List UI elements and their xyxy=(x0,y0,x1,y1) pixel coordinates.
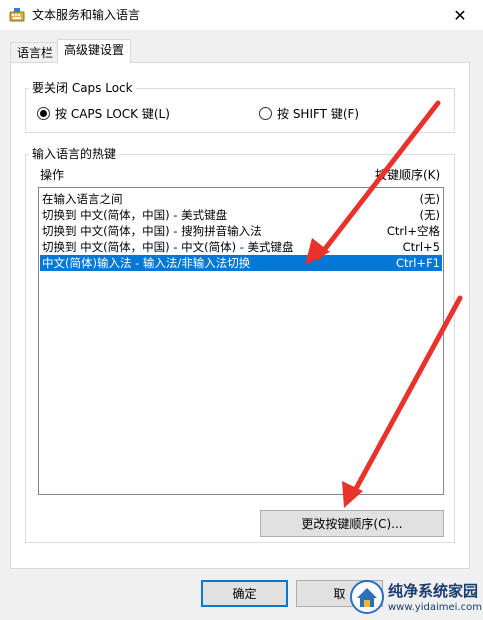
tab-advanced-key-settings[interactable]: 高级键设置 xyxy=(57,39,132,63)
hotkey-list[interactable]: 在输入语言之间 (无) 切换到 中文(简体，中国) - 美式键盘 (无) 切换到… xyxy=(38,187,444,495)
row-keys: (无) xyxy=(419,208,440,222)
list-item[interactable]: 切换到 中文(简体，中国) - 中文(简体) - 美式键盘 Ctrl+5 xyxy=(40,239,442,255)
row-action: 切换到 中文(简体，中国) - 搜狗拼音输入法 xyxy=(42,224,262,238)
row-action: 中文(简体)输入法 - 输入法/非输入法切换 xyxy=(42,256,251,270)
watermark-logo: 纯净系统家园 www.yidaimei.com xyxy=(348,578,483,620)
house-logo-icon xyxy=(350,580,384,614)
keyboard-app-icon xyxy=(9,8,25,22)
list-item[interactable]: 切换到 中文(简体，中国) - 搜狗拼音输入法 Ctrl+空格 xyxy=(40,223,442,239)
radio-shift-key[interactable]: 按 SHIFT 键(F) xyxy=(259,105,359,122)
row-keys: Ctrl+F1 xyxy=(395,256,440,270)
radio-caps-lock-key[interactable]: 按 CAPS LOCK 键(L) xyxy=(37,105,170,122)
window-title: 文本服务和输入语言 xyxy=(32,8,141,22)
row-keys: (无) xyxy=(419,192,440,206)
watermark-url: www.yidaimei.com xyxy=(388,602,482,613)
row-action: 切换到 中文(简体，中国) - 美式键盘 xyxy=(42,208,228,222)
list-item[interactable]: 在输入语言之间 (无) xyxy=(40,191,442,207)
list-item[interactable]: 切换到 中文(简体，中国) - 美式键盘 (无) xyxy=(40,207,442,223)
row-action: 在输入语言之间 xyxy=(42,192,123,206)
close-button[interactable]: ✕ xyxy=(437,0,483,30)
watermark-title: 纯净系统家园 xyxy=(388,582,479,600)
row-keys: Ctrl+5 xyxy=(402,240,440,254)
hotkeys-group-label: 输入语言的热键 xyxy=(29,147,120,161)
column-header-key-sequence: 按键顺序(K) xyxy=(375,168,441,182)
list-item-selected[interactable]: 中文(简体)输入法 - 输入法/非输入法切换 Ctrl+F1 xyxy=(40,255,442,271)
radio-dot-unselected xyxy=(259,107,272,120)
tab-language-bar[interactable]: 语言栏 xyxy=(10,42,61,62)
caps-lock-group-label: 要关闭 Caps Lock xyxy=(29,81,136,95)
radio-caps-lock-label: 按 CAPS LOCK 键(L) xyxy=(55,107,170,121)
title-bar: 文本服务和输入语言 ✕ xyxy=(0,0,483,30)
radio-dot-selected xyxy=(37,107,50,120)
radio-shift-label: 按 SHIFT 键(F) xyxy=(277,107,360,121)
ok-button[interactable]: 确定 xyxy=(201,580,288,607)
row-keys: Ctrl+空格 xyxy=(386,224,440,238)
change-key-sequence-button[interactable]: 更改按键顺序(C)... xyxy=(260,510,444,537)
column-header-action: 操作 xyxy=(40,168,65,182)
close-icon: ✕ xyxy=(453,5,467,25)
row-action: 切换到 中文(简体，中国) - 中文(简体) - 美式键盘 xyxy=(42,240,294,254)
